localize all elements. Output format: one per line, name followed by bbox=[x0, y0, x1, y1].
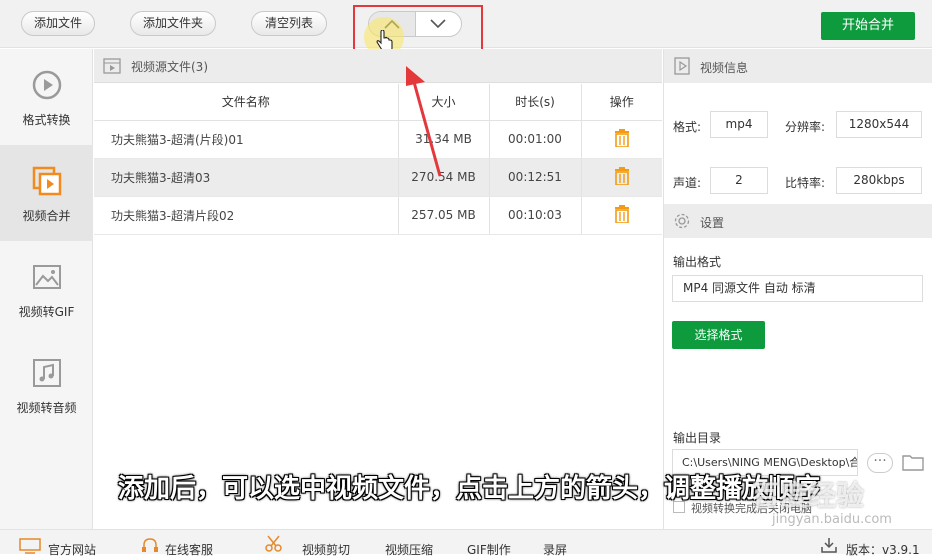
bitrate-value: 280kbps bbox=[836, 167, 922, 194]
sidebar-item-video-to-audio[interactable]: 视频转音频 bbox=[0, 337, 93, 433]
delete-button[interactable] bbox=[581, 158, 662, 197]
play-file-icon bbox=[674, 57, 690, 75]
settings-panel: 视频信息 格式: mp4 分辨率: 1280x544 声道: 2 比特率: 28… bbox=[663, 49, 932, 529]
add-file-button[interactable]: 添加文件 bbox=[21, 11, 95, 36]
table-row[interactable]: 功夫熊猫3-超清片段02 257.05 MB 00:10:03 bbox=[94, 196, 662, 235]
output-format-label: 输出格式 bbox=[673, 255, 722, 269]
source-title: 视频源文件(3) bbox=[131, 60, 208, 74]
sidebar-item-video-merge[interactable]: 视频合并 bbox=[0, 145, 93, 241]
scissors-icon bbox=[265, 535, 282, 552]
watermark: 百度经验 bbox=[752, 479, 865, 512]
video-cut-link[interactable]: 视频剪切 bbox=[302, 541, 350, 558]
settings-title: 设置 bbox=[700, 216, 725, 230]
music-note-icon bbox=[33, 359, 61, 387]
official-site-link[interactable]: 官方网站 bbox=[48, 541, 96, 558]
file-name: 功夫熊猫3-超清03 bbox=[94, 158, 399, 197]
file-size: 257.05 MB bbox=[398, 196, 490, 235]
gear-icon bbox=[674, 213, 690, 229]
version-label: 版本：v3.9.1 bbox=[846, 543, 920, 557]
clear-list-button[interactable]: 清空列表 bbox=[251, 11, 327, 36]
headset-icon bbox=[142, 538, 158, 552]
sidebar-item-label: 视频转音频 bbox=[16, 401, 77, 415]
play-circle-icon bbox=[32, 70, 62, 100]
trash-icon bbox=[614, 128, 629, 148]
file-duration: 00:10:03 bbox=[489, 196, 582, 235]
resolution-label: 分辨率: bbox=[785, 120, 826, 134]
column-header-action: 操作 bbox=[581, 84, 662, 121]
delete-button[interactable] bbox=[581, 120, 662, 159]
sidebar-item-format-convert[interactable]: 格式转换 bbox=[0, 49, 93, 145]
video-merge-icon bbox=[32, 166, 62, 196]
gif-make-link[interactable]: GIF制作 bbox=[467, 541, 511, 558]
format-value: mp4 bbox=[710, 111, 768, 138]
watermark-url: jingyan.baidu.com bbox=[772, 512, 892, 527]
bitrate-label: 比特率: bbox=[785, 176, 826, 190]
sidebar-item-video-to-gif[interactable]: 视频转GIF bbox=[0, 241, 93, 337]
file-table: 文件名称 大小 时长(s) 操作 功夫熊猫3-超清(片段)01 31.34 MB… bbox=[94, 84, 662, 235]
sidebar-item-label: 视频转GIF bbox=[18, 305, 75, 319]
download-icon bbox=[821, 538, 837, 553]
image-icon bbox=[33, 265, 61, 289]
channel-label: 声道: bbox=[673, 176, 702, 190]
trash-icon bbox=[614, 204, 629, 224]
trash-icon bbox=[614, 166, 629, 186]
sidebar: 格式转换 视频合并 视频转GIF 视频转音频 bbox=[0, 49, 93, 529]
online-service-link[interactable]: 在线客服 bbox=[165, 541, 213, 558]
channel-value: 2 bbox=[710, 167, 768, 194]
video-info-title: 视频信息 bbox=[700, 61, 749, 75]
start-merge-button[interactable]: 开始合并 bbox=[821, 12, 915, 40]
source-panel: 视频源文件(3) 文件名称 大小 时长(s) 操作 功夫熊猫3-超清(片段)01… bbox=[94, 49, 662, 529]
source-header: 视频源文件(3) bbox=[94, 49, 662, 83]
table-row[interactable]: 功夫熊猫3-超清03 270.54 MB 00:12:51 bbox=[94, 158, 662, 197]
format-label: 格式: bbox=[673, 120, 702, 134]
footer: 官方网站 在线客服 视频剪切 视频压缩 GIF制作 录屏 版本：v3.9.1 bbox=[0, 529, 932, 557]
file-name: 功夫熊猫3-超清(片段)01 bbox=[94, 120, 399, 159]
output-dir-label: 输出目录 bbox=[673, 431, 722, 445]
annotation-arrow bbox=[406, 66, 442, 177]
column-header-duration: 时长(s) bbox=[489, 84, 582, 121]
table-row[interactable]: 功夫熊猫3-超清(片段)01 31.34 MB 00:01:00 bbox=[94, 120, 662, 159]
screen-record-link[interactable]: 录屏 bbox=[543, 541, 567, 558]
sidebar-item-label: 格式转换 bbox=[22, 113, 71, 127]
delete-button[interactable] bbox=[581, 196, 662, 235]
file-name: 功夫熊猫3-超清片段02 bbox=[94, 196, 399, 235]
settings-header: 设置 bbox=[664, 204, 932, 238]
sidebar-item-label: 视频合并 bbox=[22, 209, 71, 223]
file-duration: 00:01:00 bbox=[489, 120, 582, 159]
monitor-icon bbox=[19, 538, 41, 554]
output-format-field[interactable]: MP4 同源文件 自动 标清 bbox=[672, 275, 923, 302]
video-info-header: 视频信息 bbox=[664, 49, 932, 83]
video-compress-link[interactable]: 视频压缩 bbox=[385, 541, 433, 558]
resolution-value: 1280x544 bbox=[836, 111, 922, 138]
file-duration: 00:12:51 bbox=[489, 158, 582, 197]
column-header-name: 文件名称 bbox=[94, 84, 399, 121]
add-folder-button[interactable]: 添加文件夹 bbox=[130, 11, 216, 36]
select-format-button[interactable]: 选择格式 bbox=[672, 321, 765, 349]
film-icon bbox=[103, 58, 121, 74]
